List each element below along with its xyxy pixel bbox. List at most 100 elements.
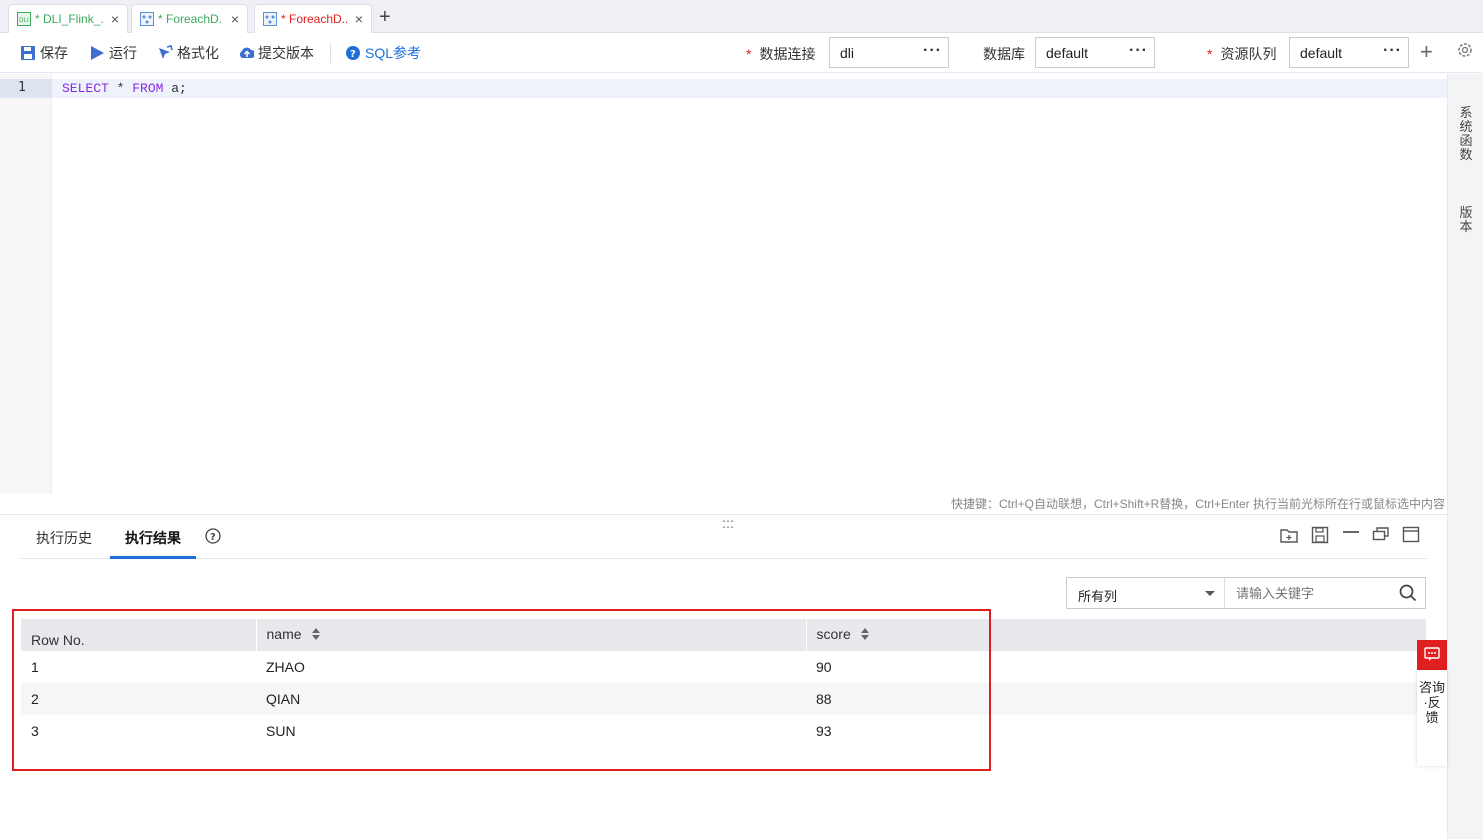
database-select[interactable]: default ··· bbox=[1035, 37, 1155, 68]
chevron-down-icon[interactable] bbox=[1205, 591, 1215, 596]
keyword-search-input[interactable] bbox=[1236, 578, 1396, 608]
database-label: 数据库 bbox=[983, 46, 1025, 62]
run-label: 运行 bbox=[109, 45, 137, 61]
results-table: Row No. name score 1 ZHAO 90 2 QIAN 88 3… bbox=[21, 619, 1426, 747]
more-icon[interactable]: ··· bbox=[1383, 42, 1402, 60]
queue-label: * 资源队列 bbox=[1207, 44, 1276, 64]
cell-name: ZHAO bbox=[266, 659, 305, 675]
result-tabs: 执行历史 执行结果 ? bbox=[20, 520, 1427, 559]
sql-editor[interactable]: 1 SELECT * FROM a; bbox=[0, 74, 1447, 494]
column-header-score[interactable]: score bbox=[805, 619, 1426, 651]
code-line[interactable]: SELECT * FROM a; bbox=[62, 81, 187, 96]
run-button[interactable]: 运行 bbox=[89, 43, 137, 63]
sort-icon[interactable] bbox=[311, 627, 320, 644]
restore-icon[interactable] bbox=[1372, 526, 1390, 547]
column-header-row-no[interactable]: Row No. bbox=[21, 619, 256, 651]
connection-value: dli bbox=[840, 45, 855, 61]
magic-wand-icon bbox=[157, 45, 173, 61]
shortcut-hint: 快捷键：Ctrl+Q自动联想，Ctrl+Shift+R替换，Ctrl+Enter… bbox=[950, 497, 1445, 511]
add-tab-icon[interactable]: + bbox=[379, 7, 391, 27]
tab-foreach-2[interactable]: * ForeachD... × bbox=[254, 4, 372, 33]
cloud-upload-icon bbox=[238, 45, 254, 61]
tab-bar: DLI * DLI_Flink_... × * ForeachD... × * … bbox=[0, 0, 1483, 33]
feedback-button[interactable] bbox=[1417, 640, 1447, 670]
line-number: 1 bbox=[18, 80, 26, 95]
right-rail: 系统函数 版本 bbox=[1447, 74, 1483, 839]
tab-dli-flink[interactable]: DLI * DLI_Flink_... × bbox=[8, 4, 128, 33]
play-icon bbox=[89, 45, 105, 61]
table-row[interactable]: 3 SUN 93 bbox=[21, 715, 1426, 747]
help-circle-icon: ? bbox=[345, 45, 361, 61]
dli-icon: DLI bbox=[17, 12, 31, 26]
folder-icon[interactable] bbox=[1280, 526, 1298, 547]
header-label: score bbox=[816, 626, 851, 643]
required-mark: * bbox=[746, 46, 752, 62]
header-label: Row No. bbox=[31, 631, 85, 648]
cell-score: 88 bbox=[806, 683, 1426, 715]
active-tab-indicator bbox=[110, 556, 196, 559]
header-label: name bbox=[266, 626, 302, 643]
save-label: 保存 bbox=[40, 45, 68, 61]
svg-text:?: ? bbox=[350, 49, 356, 60]
submit-version-button[interactable]: 提交版本 bbox=[238, 43, 314, 63]
format-button[interactable]: 格式化 bbox=[157, 43, 219, 63]
connection-label: * 数据连接 bbox=[746, 44, 815, 64]
more-icon[interactable]: ··· bbox=[1129, 42, 1148, 60]
search-icon[interactable] bbox=[1399, 584, 1417, 605]
column-select[interactable]: 所有列 bbox=[1067, 578, 1225, 608]
connection-select[interactable]: dli ··· bbox=[829, 37, 949, 68]
column-filter: 所有列 bbox=[1066, 577, 1426, 609]
table-row[interactable]: 2 QIAN 88 bbox=[21, 683, 1426, 715]
version-tab[interactable]: 版本 bbox=[1458, 206, 1474, 234]
close-icon[interactable]: × bbox=[229, 11, 241, 27]
flow-icon bbox=[263, 12, 277, 26]
tab-label: * ForeachD... bbox=[158, 12, 223, 26]
column-select-value: 所有列 bbox=[1078, 589, 1118, 604]
close-icon[interactable]: × bbox=[353, 11, 365, 27]
add-icon[interactable]: + bbox=[1420, 39, 1433, 65]
column-header-name[interactable]: name bbox=[255, 619, 806, 651]
flow-icon bbox=[140, 12, 154, 26]
code-star: * bbox=[108, 81, 133, 96]
svg-text:DLI: DLI bbox=[19, 17, 29, 24]
submit-label: 提交版本 bbox=[258, 45, 314, 61]
cell-score: 93 bbox=[816, 723, 832, 739]
line-gutter bbox=[0, 74, 52, 494]
sql-reference-label: SQL参考 bbox=[365, 45, 422, 61]
sql-reference-link[interactable]: ? SQL参考 bbox=[345, 43, 421, 63]
save-icon[interactable] bbox=[1311, 526, 1329, 547]
sort-icon[interactable] bbox=[860, 627, 869, 644]
tab-execution-results[interactable]: 执行结果 bbox=[125, 528, 181, 548]
minimize-icon[interactable] bbox=[1342, 526, 1360, 547]
active-line-gutter bbox=[0, 79, 52, 98]
more-icon[interactable]: ··· bbox=[923, 42, 942, 60]
queue-value: default bbox=[1300, 45, 1343, 61]
tab-execution-history[interactable]: 执行历史 bbox=[36, 528, 92, 548]
cell-row-no: 1 bbox=[31, 659, 39, 675]
save-button[interactable]: 保存 bbox=[20, 43, 68, 63]
table-row[interactable]: 1 ZHAO 90 bbox=[21, 651, 1426, 683]
keyword-select: SELECT bbox=[62, 81, 109, 96]
keyword-from: FROM bbox=[132, 81, 164, 96]
gear-icon[interactable] bbox=[1456, 41, 1474, 62]
connection-label-text: 数据连接 bbox=[759, 46, 816, 62]
cell-row-no: 3 bbox=[31, 723, 39, 739]
close-icon[interactable]: × bbox=[109, 11, 121, 27]
tab-foreach-1[interactable]: * ForeachD... × bbox=[131, 4, 248, 33]
database-value: default bbox=[1046, 45, 1089, 61]
feedback-label[interactable]: 咨询·反馈 bbox=[1417, 670, 1447, 766]
format-label: 格式化 bbox=[177, 45, 219, 61]
system-functions-tab[interactable]: 系统函数 bbox=[1458, 106, 1474, 162]
table-header-row: Row No. name score bbox=[21, 619, 1426, 651]
queue-select[interactable]: default ··· bbox=[1289, 37, 1409, 68]
help-icon[interactable]: ? bbox=[205, 528, 221, 547]
cell-score: 90 bbox=[816, 659, 832, 675]
chat-icon bbox=[1424, 646, 1440, 665]
maximize-icon[interactable] bbox=[1402, 526, 1420, 547]
tab-label: * ForeachD... bbox=[281, 12, 347, 26]
cell-name: SUN bbox=[266, 723, 296, 739]
tab-label: * DLI_Flink_... bbox=[35, 12, 103, 26]
required-mark: * bbox=[1207, 46, 1213, 62]
code-table: a; bbox=[163, 81, 187, 96]
cell-name: QIAN bbox=[256, 683, 806, 715]
